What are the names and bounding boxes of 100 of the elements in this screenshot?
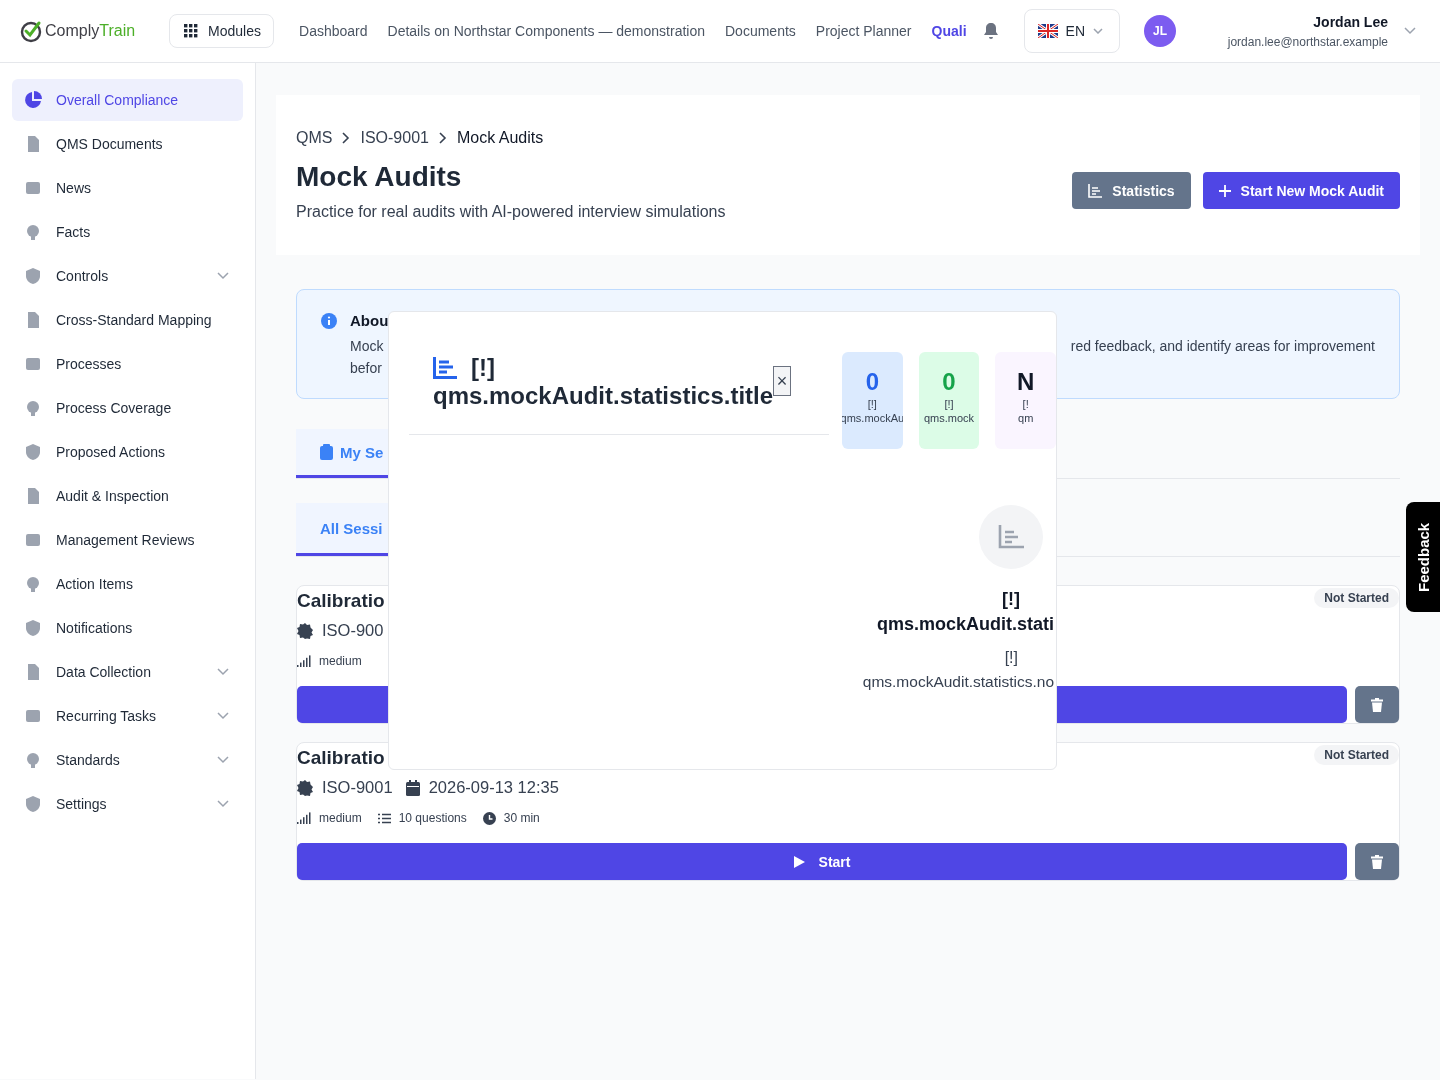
sidebar-item[interactable]: Overall Compliance <box>12 79 243 121</box>
new-audit-button[interactable]: Start New Mock Audit <box>1202 172 1400 209</box>
stat-label: qm <box>1018 412 1034 424</box>
session-date: 2026-09-13 12:35 <box>428 778 559 797</box>
menu-item-icon <box>24 795 42 813</box>
bar-chart-icon <box>433 357 457 379</box>
difficulty: medium <box>319 654 362 668</box>
user-avatar[interactable]: JL <box>1144 15 1176 47</box>
clock-icon <box>482 811 496 825</box>
empty-title: [!] <box>1002 589 1020 610</box>
bell-icon[interactable] <box>982 22 999 40</box>
menu-item-icon <box>24 619 42 637</box>
dialog-title: qms.mockAudit.statistics.title <box>433 382 774 410</box>
sidebar-item[interactable]: Settings <box>12 783 243 825</box>
breadcrumb[interactable]: QMS <box>296 129 333 147</box>
menu-item-icon <box>24 751 42 769</box>
checkmark-logo-icon <box>20 19 44 43</box>
badge-icon <box>297 779 313 796</box>
stat-label: [!] <box>944 398 954 410</box>
question-count: 10 questions <box>398 811 467 825</box>
user-email: jordan.lee@northstar.example <box>1227 34 1388 49</box>
menu-item-icon <box>24 399 42 417</box>
empty-title: qms.mockAudit.stati <box>876 614 1054 635</box>
menu-item-icon <box>24 443 42 461</box>
session-title: Calibratio <box>297 747 385 769</box>
menu-item-icon <box>24 707 42 725</box>
user-name: Jordan Lee <box>1313 13 1388 30</box>
stat-label: qms.mock <box>923 412 975 424</box>
menu-item-icon <box>24 531 42 549</box>
chevron-right-icon <box>342 132 351 144</box>
play-icon <box>793 855 805 868</box>
delete-button[interactable] <box>1355 686 1399 723</box>
session-standard: ISO-900 <box>322 621 384 640</box>
clipboard-icon <box>320 444 333 460</box>
bar-chart-icon <box>1088 183 1103 198</box>
numbered-list-icon <box>377 812 391 824</box>
feedback-tab[interactable]: Feedback <box>1406 502 1440 612</box>
chevron-down-icon <box>1093 28 1103 34</box>
info-text: red feedback, and identify areas for improvement <box>1070 338 1375 354</box>
session-title: Calibratio <box>297 590 385 612</box>
sidebar-item[interactable]: News <box>12 167 243 209</box>
info-text: Mock <box>350 338 384 354</box>
sidebar-item[interactable]: Action Items <box>12 563 243 605</box>
nav-link[interactable]: Details on Northstar Components — demonstration <box>387 23 705 39</box>
page-subtitle: Practice for real audits with AI-powered interview simulations <box>296 203 726 221</box>
trash-icon <box>1371 854 1383 869</box>
info-title: Abou <box>350 312 389 329</box>
status-badge: Not Started <box>1314 745 1399 765</box>
sidebar-item[interactable]: Recurring Tasks <box>12 695 243 737</box>
sidebar-item[interactable]: Proposed Actions <box>12 431 243 473</box>
brand-name: ComplyTrain <box>45 22 136 40</box>
pie-chart-icon <box>24 91 42 109</box>
signal-bars-icon <box>297 812 311 824</box>
menu-item-icon <box>24 223 42 241</box>
info-icon <box>321 313 337 329</box>
menu-item-icon <box>24 575 42 593</box>
flag-icon <box>1037 24 1058 38</box>
difficulty: medium <box>319 811 362 825</box>
duration: 30 min <box>503 811 540 825</box>
nav-link[interactable]: Dashboard <box>299 23 368 39</box>
sidebar-item[interactable]: Notifications <box>12 607 243 649</box>
nav-link[interactable]: Quali <box>931 23 967 39</box>
dialog-title: [!] <box>471 354 495 382</box>
trash-icon <box>1371 697 1383 712</box>
plus-icon <box>1218 184 1231 197</box>
menu-item-icon <box>24 267 42 285</box>
sidebar-item[interactable]: Audit & Inspection <box>12 475 243 517</box>
nav-link[interactable]: Project Planner <box>815 23 912 39</box>
statistics-button[interactable]: Statistics <box>1072 172 1191 209</box>
sidebar-item[interactable]: Facts <box>12 211 243 253</box>
empty-text: qms.mockAudit.statistics.no <box>862 673 1054 691</box>
sidebar-item[interactable]: Standards <box>12 739 243 781</box>
empty-text: [!] <box>1004 649 1018 667</box>
sidebar-item[interactable]: Data Collection <box>12 651 243 693</box>
close-button[interactable]: × <box>773 366 792 396</box>
breadcrumb: Mock Audits <box>456 129 544 147</box>
sidebar-item[interactable]: Controls <box>12 255 243 297</box>
status-badge: Not Started <box>1314 588 1399 608</box>
nav-link[interactable]: Documents <box>725 23 796 39</box>
grid-icon <box>184 24 199 38</box>
breadcrumb[interactable]: ISO-9001 <box>360 129 429 147</box>
calendar-icon <box>405 779 420 796</box>
sidebar-item[interactable]: QMS Documents <box>12 123 243 165</box>
stat-label: [! <box>1022 398 1029 410</box>
sidebar-item[interactable]: Management Reviews <box>12 519 243 561</box>
delete-button[interactable] <box>1355 843 1399 880</box>
sidebar-item[interactable]: Processes <box>12 343 243 385</box>
session-standard: ISO-9001 <box>322 778 393 797</box>
sidebar-item[interactable]: Process Coverage <box>12 387 243 429</box>
sidebar-item[interactable]: Cross-Standard Mapping <box>12 299 243 341</box>
chevron-down-icon[interactable] <box>1404 27 1416 35</box>
language-selector[interactable]: EN <box>1023 9 1120 53</box>
menu-item-icon <box>24 355 42 373</box>
start-button[interactable]: Start <box>297 843 1347 880</box>
modules-button[interactable]: Modules <box>169 14 274 48</box>
stat-value: N <box>1017 368 1035 396</box>
page-title: Mock Audits <box>296 161 463 193</box>
stat-value: 0 <box>865 368 879 396</box>
menu-item-icon <box>24 179 42 197</box>
chevron-right-icon <box>438 132 447 144</box>
